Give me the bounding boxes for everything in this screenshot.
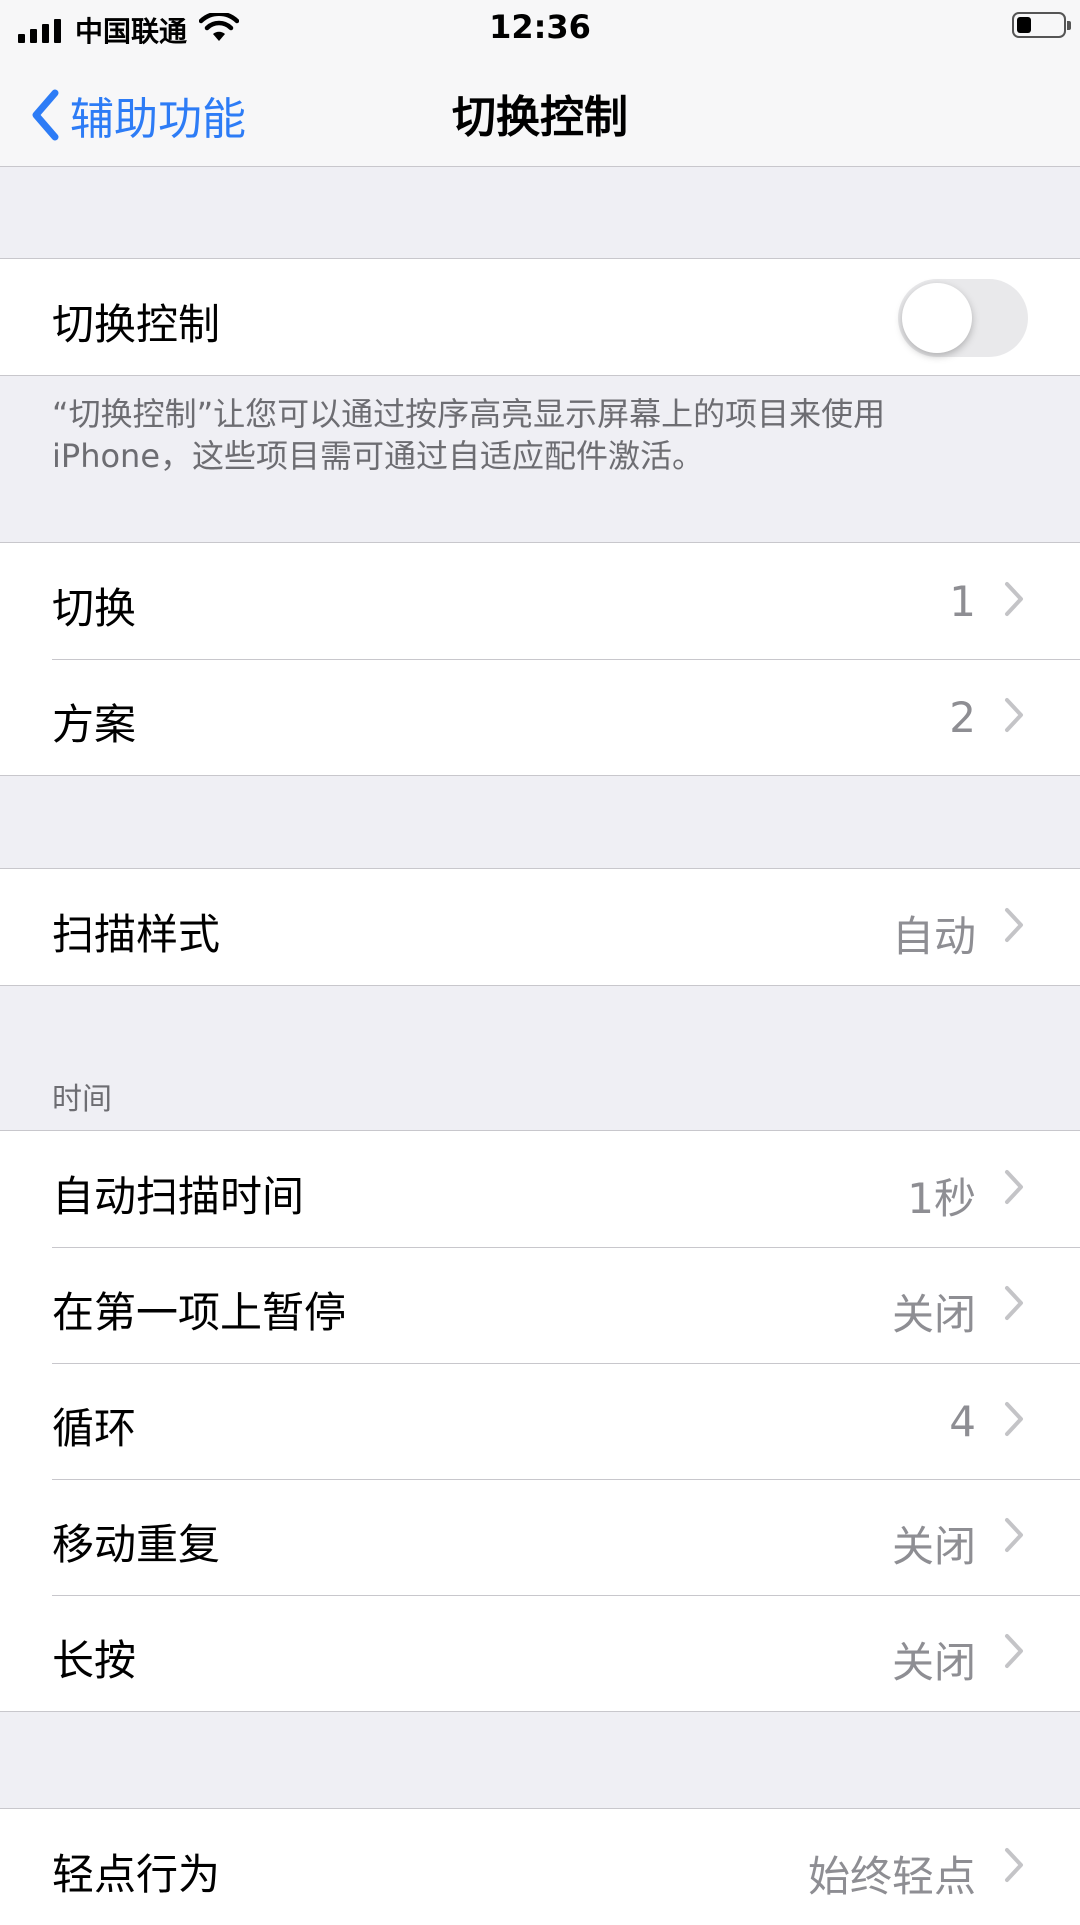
list-item-auto-scan-time[interactable]: 自动扫描时间 1秒 — [0, 1131, 1080, 1247]
row-value: 4 — [949, 1397, 976, 1446]
chevron-right-icon — [1005, 908, 1023, 942]
switch-control-toggle[interactable] — [898, 279, 1028, 357]
chevron-right-icon — [1005, 1402, 1023, 1436]
row-label: 移动重复 — [52, 1520, 221, 1569]
chevron-right-icon — [1005, 1518, 1023, 1552]
timing-section-header: 时间 — [52, 1082, 112, 1117]
chevron-right-icon — [1005, 582, 1023, 616]
list-item-move-repeat[interactable]: 移动重复 关闭 — [0, 1479, 1080, 1595]
row-value: 1秒 — [907, 1174, 976, 1223]
battery-icon — [1012, 12, 1071, 38]
status-bar: 中国联通 12:36 — [0, 0, 1080, 55]
chevron-right-icon — [1005, 1634, 1023, 1668]
list-item-long-press[interactable]: 长按 关闭 — [0, 1595, 1080, 1711]
chevron-right-icon — [1005, 1170, 1023, 1204]
row-label: 轻点行为 — [52, 1850, 221, 1899]
switches-group: 切换 1 方案 2 — [0, 542, 1080, 776]
list-item-switches[interactable]: 切换 1 — [0, 543, 1080, 659]
chevron-right-icon — [1005, 1286, 1023, 1320]
switch-control-footer: “切换控制”让您可以通过按序高亮显示屏幕上的项目来使用iPhone，这些项目需可… — [52, 395, 886, 475]
row-label: 扫描样式 — [52, 910, 221, 959]
switch-control-group: 切换控制 — [0, 258, 1080, 376]
row-label: 循环 — [52, 1404, 137, 1453]
tap-behavior-group: 轻点行为 始终轻点 — [0, 1808, 1080, 1925]
list-item-tap-behavior[interactable]: 轻点行为 始终轻点 — [0, 1809, 1080, 1925]
scan-style-group: 扫描样式 自动 — [0, 868, 1080, 986]
row-value: 关闭 — [891, 1522, 976, 1571]
switch-control-row: 切换控制 — [0, 259, 1080, 375]
navigation-bar: 辅助功能 切换控制 — [0, 55, 1080, 167]
row-value: 2 — [949, 693, 976, 742]
list-item-pause-on-first[interactable]: 在第一项上暂停 关闭 — [0, 1247, 1080, 1363]
switch-control-label: 切换控制 — [52, 300, 221, 349]
row-value: 自动 — [891, 912, 976, 961]
row-label: 长按 — [52, 1636, 137, 1685]
timing-group: 自动扫描时间 1秒 在第一项上暂停 关闭 循环 4 移动重复 关闭 长按 关闭 — [0, 1130, 1080, 1712]
chevron-right-icon — [1005, 1848, 1023, 1882]
list-item-loops[interactable]: 循环 4 — [0, 1363, 1080, 1479]
row-value: 关闭 — [891, 1638, 976, 1687]
row-label: 自动扫描时间 — [52, 1172, 305, 1221]
row-label: 方案 — [52, 700, 137, 749]
status-time: 12:36 — [489, 8, 591, 46]
row-value: 始终轻点 — [807, 1852, 976, 1901]
list-item-scan-style[interactable]: 扫描样式 自动 — [0, 869, 1080, 985]
row-value: 关闭 — [891, 1290, 976, 1339]
row-value: 1 — [949, 577, 976, 626]
row-label: 在第一项上暂停 — [52, 1288, 347, 1337]
page-title: 切换控制 — [452, 92, 628, 143]
chevron-right-icon — [1005, 698, 1023, 732]
list-item-recipes[interactable]: 方案 2 — [0, 659, 1080, 775]
row-label: 切换 — [52, 584, 137, 633]
